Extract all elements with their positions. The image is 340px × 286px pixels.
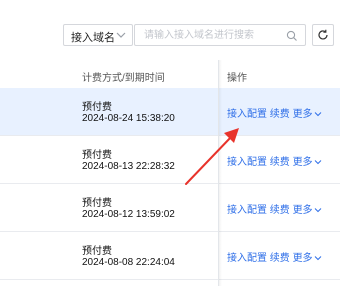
access-config-link[interactable]: 接入配置 — [227, 157, 267, 168]
more-label: 更多 — [292, 109, 313, 120]
row-actions: 接入配置 续费 更多 — [227, 153, 322, 168]
expire-time: 2024-08-08 22:24:04 — [82, 257, 175, 268]
row-actions: 接入配置 续费 更多 — [227, 201, 322, 216]
more-dropdown[interactable]: 更多 — [293, 109, 322, 120]
table-row: 预付费 2024-08-08 22:24:04 接入配置 续费 更多 — [0, 232, 340, 280]
row-actions: 接入配置 续费 更多 — [227, 249, 322, 264]
domain-type-select[interactable]: 接入域名 — [63, 24, 133, 46]
chevron-down-icon — [314, 112, 321, 117]
refresh-icon — [318, 29, 328, 40]
expire-time: 2024-08-24 15:38:20 — [82, 113, 175, 124]
search-field[interactable] — [134, 24, 306, 46]
more-dropdown[interactable]: 更多 — [293, 157, 322, 168]
toolbar: 接入域名 — [0, 0, 340, 60]
renew-link[interactable]: 续费 — [270, 253, 290, 264]
domain-table: 计费方式/到期时间 操作 预付费 2024-08-24 15:38:20 接入配… — [0, 60, 340, 286]
column-divider-shadow — [219, 60, 222, 286]
billing-type: 预付费 — [82, 198, 112, 209]
chevron-down-icon — [314, 208, 321, 213]
expire-time: 2024-08-12 13:59:02 — [82, 209, 175, 220]
expire-time: 2024-08-13 22:28:32 — [82, 161, 175, 172]
access-config-link[interactable]: 接入配置 — [227, 253, 267, 264]
more-dropdown[interactable]: 更多 — [293, 253, 322, 264]
column-header-billing: 计费方式/到期时间 — [82, 73, 165, 84]
billing-type: 预付费 — [82, 246, 112, 257]
search-input[interactable] — [144, 28, 280, 42]
chevron-down-icon — [116, 32, 126, 38]
refresh-button[interactable] — [312, 24, 334, 46]
billing-type: 预付费 — [82, 150, 112, 161]
billing-type: 预付费 — [82, 102, 112, 113]
chevron-down-icon — [314, 256, 321, 261]
row-actions: 接入配置 续费 更多 — [227, 105, 322, 120]
domain-type-select-label: 接入域名 — [71, 32, 115, 44]
more-label: 更多 — [292, 253, 313, 264]
access-config-link[interactable]: 接入配置 — [227, 205, 267, 216]
renew-link[interactable]: 续费 — [270, 205, 290, 216]
search-icon[interactable] — [286, 30, 298, 42]
renew-link[interactable]: 续费 — [270, 109, 290, 120]
more-dropdown[interactable]: 更多 — [293, 205, 322, 216]
table-row: 预付费 2024-08-13 22:28:32 接入配置 续费 更多 — [0, 136, 340, 184]
renew-link[interactable]: 续费 — [270, 157, 290, 168]
table-row: 预付费 2024-08-24 15:38:20 接入配置 续费 更多 — [0, 88, 340, 136]
table-header: 计费方式/到期时间 操作 — [0, 60, 340, 89]
chevron-down-icon — [314, 160, 321, 165]
more-label: 更多 — [292, 205, 313, 216]
more-label: 更多 — [292, 157, 313, 168]
access-config-link[interactable]: 接入配置 — [227, 109, 267, 120]
column-header-actions: 操作 — [227, 73, 247, 84]
table-row: 预付费 2024-08-12 13:59:02 接入配置 续费 更多 — [0, 184, 340, 232]
